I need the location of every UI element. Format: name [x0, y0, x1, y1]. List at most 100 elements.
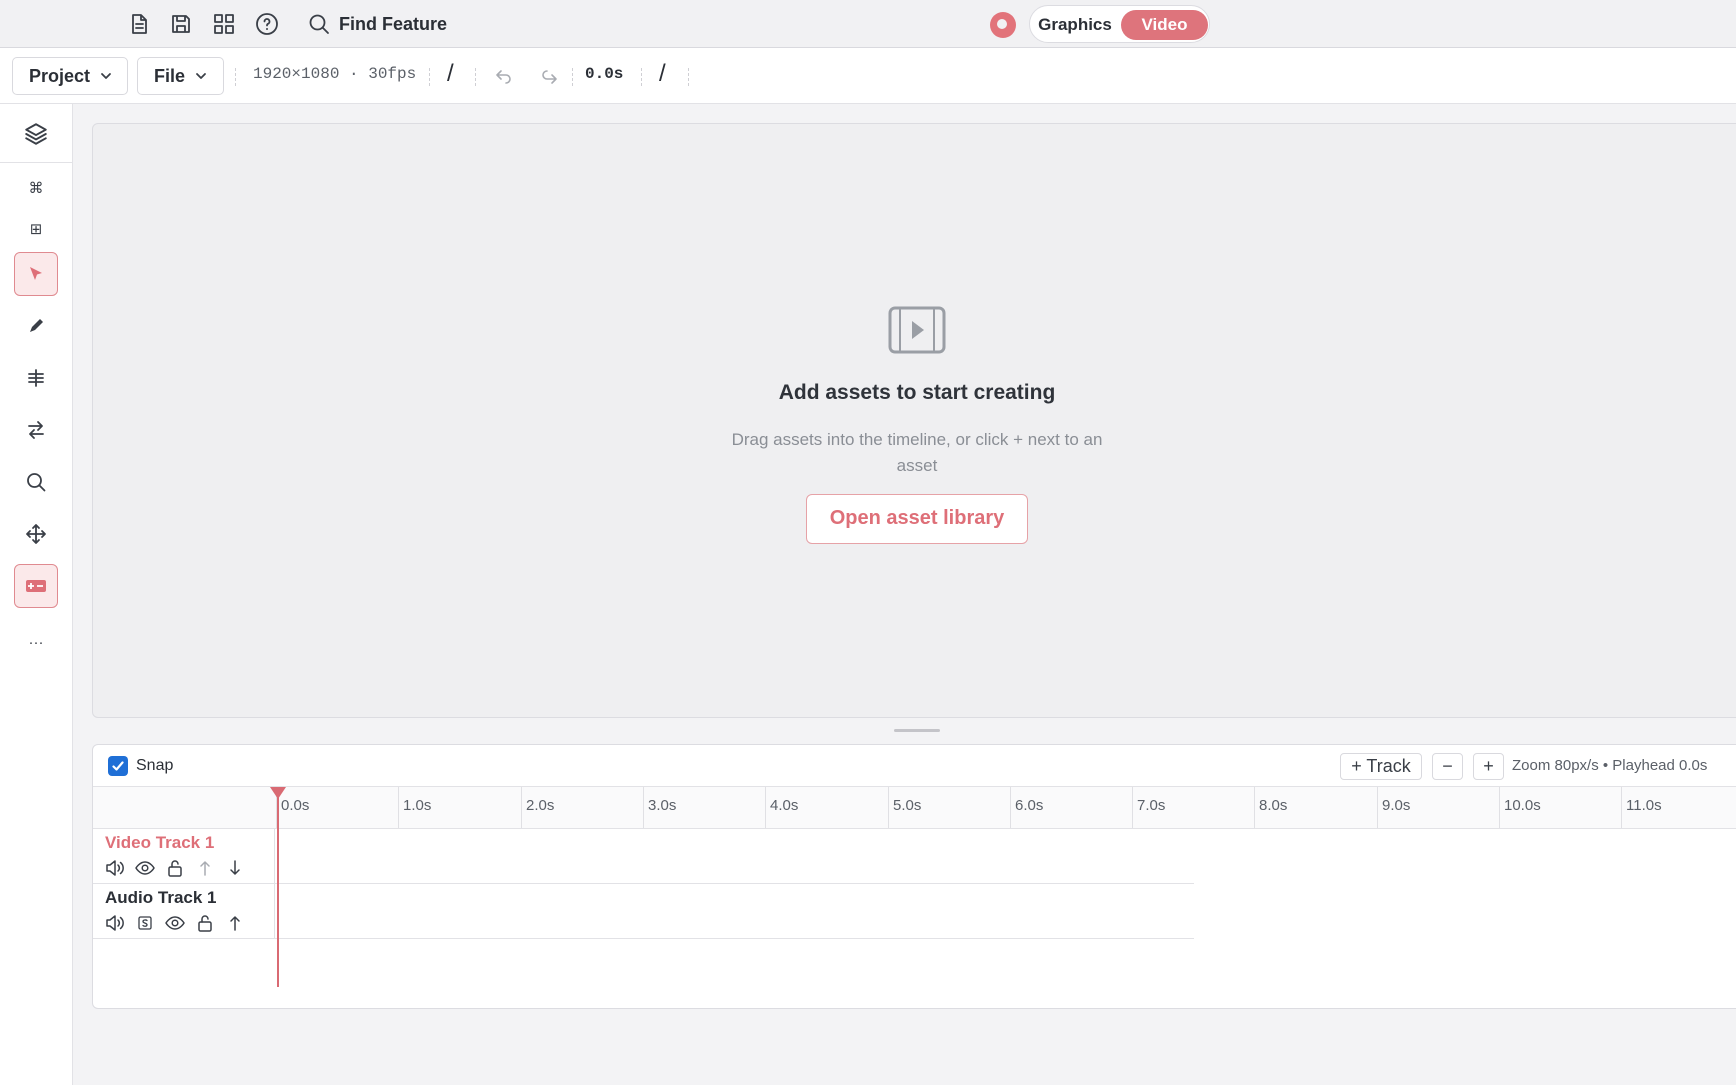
- select-cursor-icon[interactable]: [14, 252, 58, 296]
- save-icon[interactable]: [167, 10, 195, 38]
- ruler-tick-label: 11.0s: [1626, 797, 1662, 814]
- record-icon[interactable]: [990, 12, 1016, 38]
- toolbar: Project File 1920×1080 · 30fps / 0.0s /: [0, 48, 1736, 104]
- divider: [429, 68, 430, 86]
- track-header: Video Track 1: [93, 829, 275, 883]
- find-feature-button[interactable]: Find Feature: [307, 10, 447, 38]
- slash-button[interactable]: /: [447, 60, 454, 88]
- mode-graphics-button[interactable]: Graphics: [1038, 11, 1112, 39]
- solo-icon[interactable]: [135, 914, 155, 932]
- ruler-tick: [1132, 787, 1133, 828]
- track-controls: [105, 914, 245, 932]
- volume-icon[interactable]: [105, 914, 125, 932]
- eye-icon[interactable]: [135, 859, 155, 877]
- align-icon[interactable]: [14, 356, 58, 400]
- ruler-tick-label: 9.0s: [1382, 797, 1411, 814]
- divider: [572, 68, 573, 86]
- ruler-tick: [1499, 787, 1500, 828]
- empty-state-description: Drag assets into the timeline, or click …: [731, 430, 1103, 475]
- playhead-handle[interactable]: [270, 787, 286, 799]
- ruler-tick-label: 6.0s: [1015, 797, 1044, 814]
- timeline-header: Snap + Track − + Zoom 80px/s • Playhead …: [93, 745, 1736, 787]
- zoom-out-button[interactable]: −: [1432, 753, 1463, 780]
- move-icon[interactable]: [14, 512, 58, 556]
- divider: [235, 68, 236, 86]
- new-file-icon[interactable]: [125, 10, 153, 38]
- ruler-tick-label: 4.0s: [770, 797, 799, 814]
- ruler-tick: [521, 787, 522, 828]
- snap-toggle[interactable]: Snap: [108, 756, 173, 776]
- track-row-video: Video Track 1: [93, 829, 1194, 884]
- timecode: 0.0s: [585, 65, 624, 83]
- ruler-tick: [888, 787, 889, 828]
- ruler-tick: [1254, 787, 1255, 828]
- resolution-info: 1920×1080 · 30fps: [253, 65, 417, 83]
- file-label: File: [154, 65, 186, 86]
- empty-state-title: Add assets to start creating: [778, 381, 1056, 404]
- slash-button[interactable]: /: [659, 60, 666, 88]
- chevron-down-icon: [195, 70, 207, 82]
- divider: [475, 68, 476, 86]
- ruler-tick: [1010, 787, 1011, 828]
- lock-open-icon[interactable]: [165, 859, 185, 877]
- left-rail: ⌘ ⊞ ···: [0, 104, 73, 1085]
- ruler-tick: [643, 787, 644, 828]
- track-row-audio: Audio Track 1: [93, 884, 1194, 939]
- pen-icon[interactable]: [14, 304, 58, 348]
- add-card-icon[interactable]: [14, 564, 58, 608]
- panel-resize-handle[interactable]: [894, 729, 940, 732]
- zoom-in-button[interactable]: +: [1473, 753, 1504, 780]
- open-asset-library-button[interactable]: Open asset library: [806, 494, 1028, 544]
- swap-icon[interactable]: [14, 408, 58, 452]
- project-label: Project: [29, 65, 91, 86]
- ruler-tick: [1377, 787, 1378, 828]
- volume-icon[interactable]: [105, 859, 125, 877]
- track-name: Audio Track 1: [105, 888, 217, 907]
- video-placeholder-icon: [888, 306, 946, 354]
- arrow-up-icon[interactable]: [195, 859, 215, 877]
- ruler-tick: [398, 787, 399, 828]
- file-dropdown[interactable]: File: [137, 57, 224, 95]
- ruler-tick-label: 5.0s: [893, 797, 922, 814]
- preview-canvas: Add assets to start creating Drag assets…: [92, 123, 1736, 718]
- playhead-line: [277, 787, 279, 987]
- time-ruler[interactable]: 0.0s 1.0s 2.0s 3.0s 4.0s 5.0s 6.0s 7.0s 8.0s 9.0s…: [93, 787, 1736, 829]
- lock-open-icon[interactable]: [195, 914, 215, 932]
- find-feature-label: Find Feature: [339, 13, 448, 34]
- ruler-tick-label: 7.0s: [1137, 797, 1166, 814]
- ruler-tick: [765, 787, 766, 828]
- project-dropdown[interactable]: Project: [12, 57, 128, 95]
- more-icon[interactable]: ···: [14, 620, 58, 664]
- ruler-tick-label: 2.0s: [526, 797, 555, 814]
- search-icon: [307, 12, 331, 36]
- arrow-down-icon[interactable]: [225, 859, 245, 877]
- snap-label: Snap: [136, 757, 174, 774]
- mode-video-button[interactable]: Video: [1121, 10, 1208, 40]
- layers-icon[interactable]: [14, 112, 58, 156]
- track-controls: [105, 859, 245, 877]
- chevron-down-icon: [100, 70, 112, 82]
- track-name: Video Track 1: [105, 833, 215, 852]
- snap-checkbox[interactable]: [108, 756, 128, 776]
- top-bar: Find Feature Graphics Video: [0, 0, 1736, 48]
- command-icon[interactable]: ⌘: [14, 166, 58, 210]
- ruler-tick-label: 8.0s: [1259, 797, 1288, 814]
- mode-switch: Graphics Video: [1029, 5, 1210, 43]
- rail-divider: [0, 162, 72, 163]
- add-track-button[interactable]: + Track: [1340, 753, 1422, 780]
- divider: [641, 68, 642, 86]
- grid-icon[interactable]: [210, 10, 238, 38]
- grid-small-icon[interactable]: ⊞: [14, 207, 58, 251]
- eye-icon[interactable]: [165, 914, 185, 932]
- timeline-panel: Snap + Track − + Zoom 80px/s • Playhead …: [92, 744, 1736, 1009]
- help-icon[interactable]: [253, 10, 281, 38]
- zoom-playhead-info: Zoom 80px/s • Playhead 0.0s: [1512, 757, 1708, 774]
- search-icon[interactable]: [14, 460, 58, 504]
- ruler-tick-label: 3.0s: [648, 797, 677, 814]
- ruler-tick-label: 10.0s: [1504, 797, 1541, 814]
- undo-icon[interactable]: [493, 64, 515, 88]
- divider: [688, 68, 689, 86]
- redo-icon[interactable]: [538, 64, 560, 88]
- arrow-up-icon[interactable]: [225, 914, 245, 932]
- track-header: Audio Track 1: [93, 884, 275, 938]
